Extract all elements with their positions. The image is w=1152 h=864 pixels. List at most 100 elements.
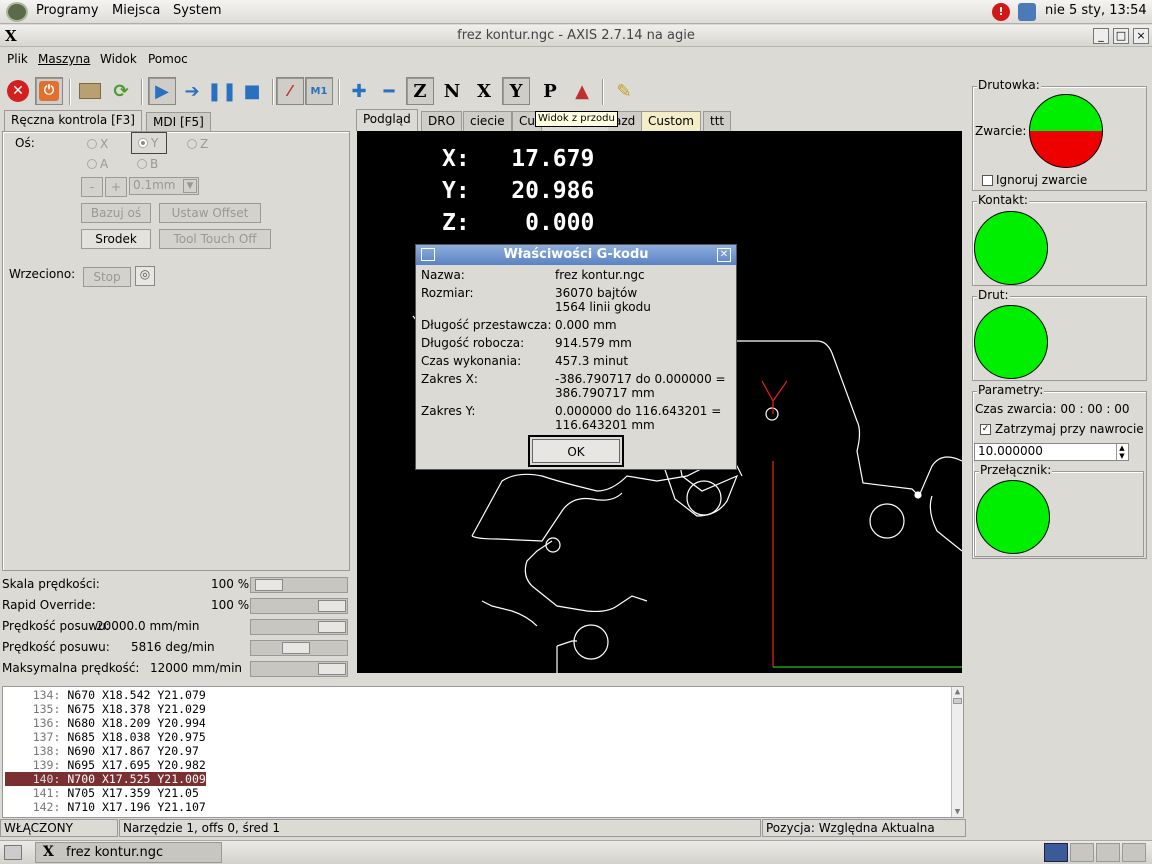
- system-menu[interactable]: System: [173, 3, 221, 18]
- slider-handle[interactable]: [318, 621, 346, 633]
- code-line[interactable]: 134: N670 X18.542 Y21.079: [5, 688, 206, 702]
- workspace-1[interactable]: [1044, 843, 1068, 862]
- jog-plus-button[interactable]: +: [105, 177, 127, 197]
- slider-handle[interactable]: [318, 600, 346, 612]
- tab-mdi[interactable]: MDI [F5]: [146, 112, 211, 132]
- axis-radio-y[interactable]: Y: [131, 132, 168, 154]
- axis-radio-a[interactable]: A: [87, 157, 108, 171]
- set-offset-button[interactable]: Ustaw Offset: [159, 203, 261, 223]
- code-line[interactable]: 135: N675 X18.378 Y21.029: [5, 702, 206, 716]
- home-axis-button[interactable]: Bazuj oś: [81, 203, 151, 223]
- close-window-button[interactable]: ×: [1133, 28, 1149, 44]
- pause-button[interactable]: ❚❚: [207, 77, 237, 105]
- clock[interactable]: nie 5 sty, 13:54: [1045, 3, 1147, 18]
- slider-handle[interactable]: [318, 663, 346, 675]
- scroll-up-icon[interactable]: ▲: [952, 687, 963, 697]
- dialog-titlebar[interactable]: Właściwości G-kodu: [416, 245, 736, 265]
- rapid-override-slider[interactable]: [250, 598, 348, 614]
- places-menu[interactable]: Miejsca: [112, 3, 160, 18]
- open-file-button[interactable]: [76, 77, 104, 105]
- view-x-button[interactable]: X: [470, 77, 498, 105]
- estop-button[interactable]: ✕: [4, 77, 32, 105]
- minimize-button[interactable]: _: [1093, 28, 1109, 44]
- view-z-button[interactable]: Z: [406, 77, 434, 105]
- tool-touch-off-button[interactable]: Tool Touch Off: [159, 229, 271, 249]
- view-y-button[interactable]: Y: [502, 77, 530, 105]
- dialog-close-icon[interactable]: ✕: [717, 248, 731, 262]
- workspace-3[interactable]: [1096, 843, 1120, 862]
- tab-ttt[interactable]: ttt: [703, 111, 732, 131]
- code-line[interactable]: 136: N680 X18.209 Y20.994: [5, 716, 206, 730]
- ignore-short-checkbox[interactable]: [982, 175, 993, 186]
- workspace-2[interactable]: [1070, 843, 1094, 862]
- block-delete-button[interactable]: ⁄: [276, 77, 304, 105]
- axis-radio-z[interactable]: Z: [187, 137, 208, 151]
- stop-on-reverse-checkbox[interactable]: ✓: [980, 424, 991, 435]
- code-line-current[interactable]: 140: N700 X17.525 Y21.009: [5, 772, 206, 786]
- code-line[interactable]: 142: N710 X17.196 Y21.107: [5, 800, 206, 814]
- menu-help[interactable]: Pomoc: [148, 52, 188, 66]
- axis-radio-x[interactable]: X: [87, 137, 108, 151]
- machine-power-button[interactable]: ⏻: [35, 77, 63, 105]
- network-icon[interactable]: [1018, 3, 1036, 21]
- view-x-icon: X: [477, 80, 491, 102]
- tab-dro[interactable]: DRO: [421, 111, 463, 131]
- parameter-spinbox[interactable]: 10.000000 ▲ ▼: [974, 443, 1129, 461]
- view-z2-button[interactable]: N: [438, 77, 466, 105]
- window-titlebar[interactable]: X frez kontur.ngc - AXIS 2.7.14 na agie …: [0, 25, 1152, 47]
- feed-override-slider[interactable]: [250, 577, 348, 593]
- gnome-logo-icon[interactable]: [6, 2, 28, 22]
- workspace-4[interactable]: [1122, 843, 1146, 862]
- show-desktop-icon[interactable]: [4, 845, 22, 860]
- view-p-button[interactable]: P: [536, 77, 564, 105]
- max-velocity-slider[interactable]: [250, 661, 348, 677]
- tab-ciecie[interactable]: ciecie: [463, 111, 512, 131]
- menu-file[interactable]: Plik: [7, 52, 28, 66]
- overrides-panel: Skala prędkości: 100 % Rapid Override: 1…: [0, 574, 352, 684]
- reload-button[interactable]: ⟳: [107, 77, 135, 105]
- spindle-brake-toggle[interactable]: ◎: [135, 266, 155, 286]
- scroll-thumb[interactable]: [953, 698, 962, 704]
- zoom-out-button[interactable]: ━: [375, 77, 403, 105]
- jog-speed-slider[interactable]: [250, 619, 348, 635]
- radio-icon: [187, 139, 197, 149]
- code-line[interactable]: 138: N690 X17.867 Y20.97: [5, 744, 199, 758]
- ok-button[interactable]: OK: [528, 435, 624, 467]
- spin-arrows-icon[interactable]: ▲ ▼: [1116, 444, 1127, 460]
- axis-radio-b[interactable]: B: [137, 157, 158, 171]
- jog-minus-button[interactable]: -: [81, 177, 103, 197]
- menu-view[interactable]: Widok: [100, 52, 137, 66]
- code-line[interactable]: 137: N685 X18.038 Y20.975: [5, 730, 206, 744]
- slider-handle[interactable]: [255, 579, 284, 591]
- increment-select[interactable]: 0.1mm ▼: [129, 177, 199, 195]
- tab-preview[interactable]: Podgląd: [356, 109, 418, 131]
- toolbar-separator: [141, 79, 143, 105]
- zoom-in-button[interactable]: ✚: [345, 77, 373, 105]
- tab-custom[interactable]: Custom: [641, 111, 701, 131]
- scroll-down-icon[interactable]: ▼: [952, 807, 963, 817]
- run-button[interactable]: ▶: [148, 77, 176, 105]
- maximize-button[interactable]: □: [1113, 28, 1129, 44]
- rotate-view-button[interactable]: ▲: [568, 77, 596, 105]
- step-button[interactable]: ➔: [178, 77, 206, 105]
- ok-button-label: OK: [532, 439, 620, 463]
- dialog-menu-icon[interactable]: [421, 248, 435, 261]
- applications-menu[interactable]: Programy: [36, 3, 99, 18]
- clear-plot-button[interactable]: ✎: [610, 77, 638, 105]
- taskbar-window-button[interactable]: X frez kontur.ngc: [35, 842, 222, 863]
- menu-machine[interactable]: Maszyna: [38, 52, 90, 66]
- center-button[interactable]: Srodek: [81, 229, 151, 249]
- optional-stop-button[interactable]: M1: [305, 77, 333, 105]
- angular-jog-speed-slider[interactable]: [250, 640, 348, 656]
- code-scrollbar[interactable]: ▲ ▼: [951, 687, 963, 817]
- tab-manual-control[interactable]: Ręczna kontrola [F3]: [4, 110, 142, 132]
- spindle-stop-button[interactable]: Stop: [83, 267, 131, 287]
- property-label: Zakres X:: [421, 372, 478, 386]
- stop-button[interactable]: ■: [238, 77, 266, 105]
- gcode-listing[interactable]: 134: N670 X18.542 Y21.079 135: N675 X18.…: [2, 686, 964, 818]
- slider-handle[interactable]: [281, 642, 310, 654]
- code-line[interactable]: 139: N695 X17.695 Y20.982: [5, 758, 206, 772]
- code-line[interactable]: 141: N705 X17.359 Y21.05: [5, 786, 199, 800]
- update-alert-icon[interactable]: !: [992, 3, 1010, 21]
- wire-led: [974, 305, 1048, 379]
